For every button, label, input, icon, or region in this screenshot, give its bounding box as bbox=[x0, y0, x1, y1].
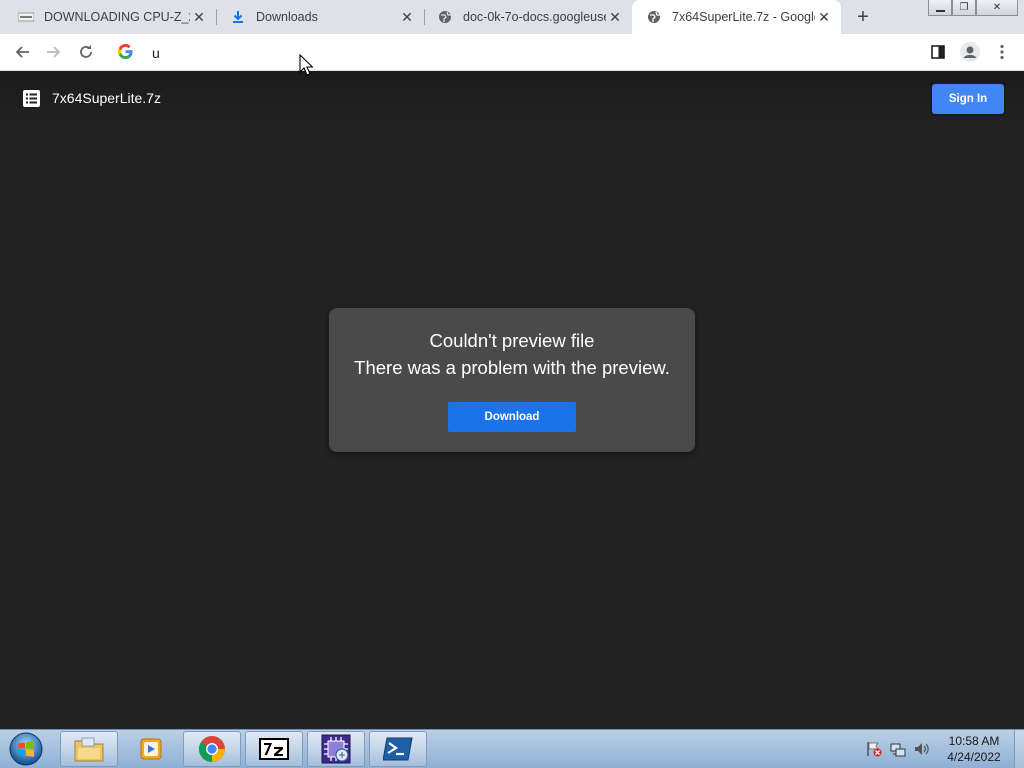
taskbar-powershell[interactable] bbox=[369, 731, 427, 767]
tab-title: DOWNLOADING CPU-Z_2.0 bbox=[44, 10, 190, 24]
window-close-button[interactable]: ✕ bbox=[976, 0, 1018, 16]
close-icon[interactable]: ✕ bbox=[815, 8, 833, 26]
tab-title: Downloads bbox=[256, 10, 318, 24]
taskbar-media-player[interactable] bbox=[122, 731, 180, 767]
side-panel-icon bbox=[931, 45, 945, 59]
google-g-icon bbox=[117, 43, 133, 64]
windows-orb-icon bbox=[9, 732, 43, 766]
tab-7x64superlite[interactable]: 7x64SuperLite.7z - Google ✕ bbox=[632, 0, 841, 34]
restore-icon: ❐ bbox=[959, 2, 969, 13]
file-name: 7x64SuperLite.7z bbox=[52, 90, 161, 106]
sign-in-button[interactable]: Sign In bbox=[932, 84, 1004, 114]
globe-icon bbox=[437, 9, 453, 25]
tab-title: 7x64SuperLite.7z - Google bbox=[672, 10, 815, 24]
download-icon bbox=[230, 9, 246, 25]
back-button[interactable] bbox=[10, 40, 34, 64]
profile-avatar-icon bbox=[960, 42, 980, 62]
powershell-icon bbox=[383, 737, 413, 761]
tab-downloads[interactable]: Downloads ✕ bbox=[216, 0, 425, 34]
chrome-icon bbox=[199, 736, 226, 763]
windows-taskbar: 10:58 AM 4/24/2022 bbox=[0, 729, 1024, 768]
forward-button[interactable] bbox=[42, 40, 66, 64]
tab-cpu-z[interactable]: DOWNLOADING CPU-Z_2.0 ✕ bbox=[0, 0, 217, 34]
action-center-flag-icon[interactable] bbox=[866, 741, 882, 757]
tab-title: doc-0k-7o-docs.googleuse bbox=[463, 10, 606, 24]
profile-button[interactable] bbox=[958, 40, 982, 64]
globe-icon bbox=[646, 9, 662, 25]
close-icon: ✕ bbox=[992, 2, 1002, 13]
taskbar-chrome[interactable] bbox=[183, 731, 241, 767]
new-tab-button[interactable]: + bbox=[851, 6, 875, 28]
close-icon[interactable]: ✕ bbox=[190, 8, 208, 26]
preview-error-dialog: Couldn't preview file There was a proble… bbox=[329, 308, 695, 452]
error-title: Couldn't preview file bbox=[429, 330, 595, 351]
taskbar-7zip[interactable] bbox=[245, 731, 303, 767]
tab-strip: DOWNLOADING CPU-Z_2.0 ✕ Downloads ✕ doc-… bbox=[0, 0, 1024, 34]
taskbar-file-explorer[interactable] bbox=[60, 731, 118, 767]
restore-button[interactable]: ❐ bbox=[952, 0, 976, 16]
error-message: There was a problem with the preview. bbox=[354, 357, 670, 378]
start-button[interactable] bbox=[6, 731, 46, 767]
media-player-icon bbox=[140, 738, 162, 760]
browser-toolbar bbox=[0, 34, 1024, 71]
tab-docs-googleusercontent[interactable]: doc-0k-7o-docs.googleuse ✕ bbox=[424, 0, 632, 34]
viewer-header: 7x64SuperLite.7z Sign In bbox=[0, 71, 1024, 131]
reload-button[interactable] bbox=[74, 40, 98, 64]
network-icon[interactable] bbox=[890, 741, 906, 757]
system-clock[interactable]: 10:58 AM 4/24/2022 bbox=[940, 733, 1008, 765]
cpuid-logo-icon bbox=[18, 9, 34, 25]
reload-icon bbox=[80, 45, 92, 58]
file-explorer-icon bbox=[74, 737, 104, 762]
close-icon[interactable]: ✕ bbox=[398, 8, 416, 26]
back-arrow-icon bbox=[15, 46, 29, 58]
menu-button[interactable] bbox=[990, 40, 1014, 64]
clock-time: 10:58 AM bbox=[948, 734, 1000, 748]
volume-icon[interactable] bbox=[914, 741, 930, 757]
minimize-icon bbox=[935, 9, 945, 12]
clock-date: 4/24/2022 bbox=[947, 750, 1001, 764]
taskbar-cpu-z[interactable] bbox=[307, 731, 365, 767]
7zip-icon bbox=[259, 738, 289, 760]
forward-arrow-icon bbox=[47, 46, 61, 58]
close-icon[interactable]: ✕ bbox=[606, 8, 624, 26]
cpu-z-icon bbox=[321, 734, 351, 764]
show-desktop-button[interactable] bbox=[1014, 730, 1024, 768]
omnibox[interactable] bbox=[110, 39, 910, 66]
kebab-menu-icon bbox=[1000, 44, 1004, 60]
address-input[interactable] bbox=[152, 44, 852, 61]
file-list-icon bbox=[23, 90, 40, 112]
minimize-button[interactable] bbox=[928, 0, 952, 16]
side-panel-button[interactable] bbox=[926, 40, 950, 64]
download-button[interactable]: Download bbox=[448, 402, 576, 432]
plus-icon: + bbox=[857, 5, 869, 28]
mouse-pointer-icon bbox=[299, 54, 313, 76]
